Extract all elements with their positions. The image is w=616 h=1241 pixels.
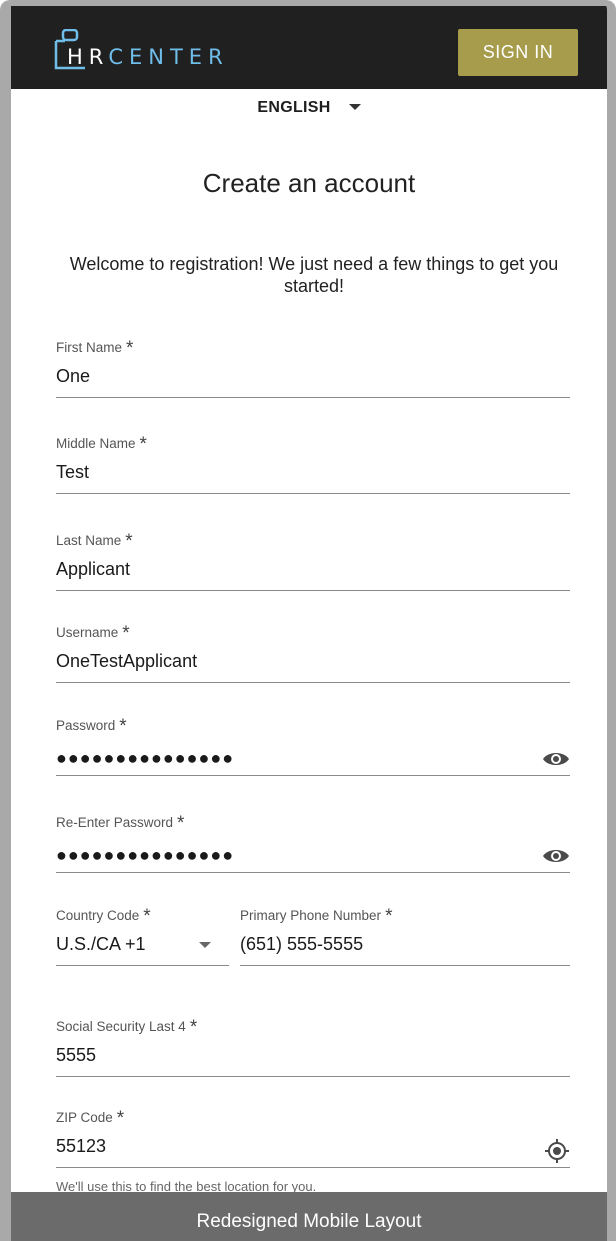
caret-down-icon (348, 103, 361, 110)
reenter-password-label: Re-Enter Password * (56, 813, 185, 834)
middle-name-input[interactable]: Test (56, 462, 89, 483)
middle-name-field[interactable]: Middle Name * Test (56, 432, 570, 494)
last-name-field[interactable]: Last Name * Applicant (56, 529, 570, 591)
welcome-text: Welcome to registration! We just need a … (69, 254, 559, 296)
middle-name-underline (56, 493, 570, 494)
ssn-last4-label: Social Security Last 4 * (56, 1017, 198, 1038)
country-code-value: U.S./CA +1 (56, 934, 146, 954)
country-code-underline (56, 965, 229, 966)
language-label: ENGLISH (257, 99, 331, 116)
zip-code-input[interactable]: 55123 (56, 1136, 106, 1157)
zip-code-field[interactable]: ZIP Code * 55123 (56, 1106, 570, 1168)
hrcenter-logo[interactable]: HRCENTER (53, 29, 253, 73)
language-selector[interactable]: ENGLISH (11, 99, 607, 117)
device-frame: HRCENTER SIGN IN ENGLISH Create an accou… (0, 0, 616, 1241)
password-label: Password * (56, 716, 127, 737)
page-title: Create an account (202, 168, 416, 198)
sign-in-button[interactable]: SIGN IN (458, 29, 578, 76)
first-name-label: First Name * (56, 338, 134, 359)
show-password-eye-icon[interactable] (542, 749, 570, 769)
last-name-label: Last Name * (56, 531, 133, 552)
username-input[interactable]: OneTestApplicant (56, 651, 197, 672)
ssn-last4-input[interactable]: 5555 (56, 1045, 96, 1066)
last-name-underline (56, 590, 570, 591)
password-underline (56, 775, 570, 776)
first-name-underline (56, 397, 570, 398)
logo-text: HRCENTER (67, 45, 229, 69)
last-name-input[interactable]: Applicant (56, 559, 130, 580)
username-field[interactable]: Username * OneTestApplicant (56, 621, 570, 683)
reenter-password-field[interactable]: Re-Enter Password * ●●●●●●●●●●●●●●● (56, 811, 570, 873)
ssn-last4-underline (56, 1076, 570, 1077)
first-name-input[interactable]: One (56, 366, 90, 387)
primary-phone-field[interactable]: Primary Phone Number * (651) 555-5555 (240, 904, 570, 966)
first-name-field[interactable]: First Name * One (56, 336, 570, 398)
country-code-select[interactable]: Country Code * U.S./CA +1 (56, 904, 229, 966)
primary-phone-input[interactable]: (651) 555-5555 (240, 934, 363, 955)
ssn-last4-field[interactable]: Social Security Last 4 * 5555 (56, 1015, 570, 1077)
footer-banner: Redesigned Mobile Layout (11, 1192, 607, 1241)
zip-code-label: ZIP Code * (56, 1108, 125, 1129)
middle-name-label: Middle Name * (56, 434, 147, 455)
zip-code-underline (56, 1167, 570, 1168)
reenter-password-input[interactable]: ●●●●●●●●●●●●●●● (56, 845, 234, 866)
top-bar: HRCENTER SIGN IN (11, 6, 607, 89)
primary-phone-underline (240, 965, 570, 966)
username-underline (56, 682, 570, 683)
password-field[interactable]: Password * ●●●●●●●●●●●●●●● (56, 714, 570, 776)
primary-phone-label: Primary Phone Number * (240, 906, 393, 927)
locate-me-icon[interactable] (544, 1138, 570, 1164)
password-input[interactable]: ●●●●●●●●●●●●●●● (56, 748, 234, 769)
show-reenter-password-eye-icon[interactable] (542, 846, 570, 866)
username-label: Username * (56, 623, 130, 644)
country-code-label: Country Code * (56, 906, 151, 927)
reenter-password-underline (56, 872, 570, 873)
caret-down-icon (199, 942, 211, 948)
